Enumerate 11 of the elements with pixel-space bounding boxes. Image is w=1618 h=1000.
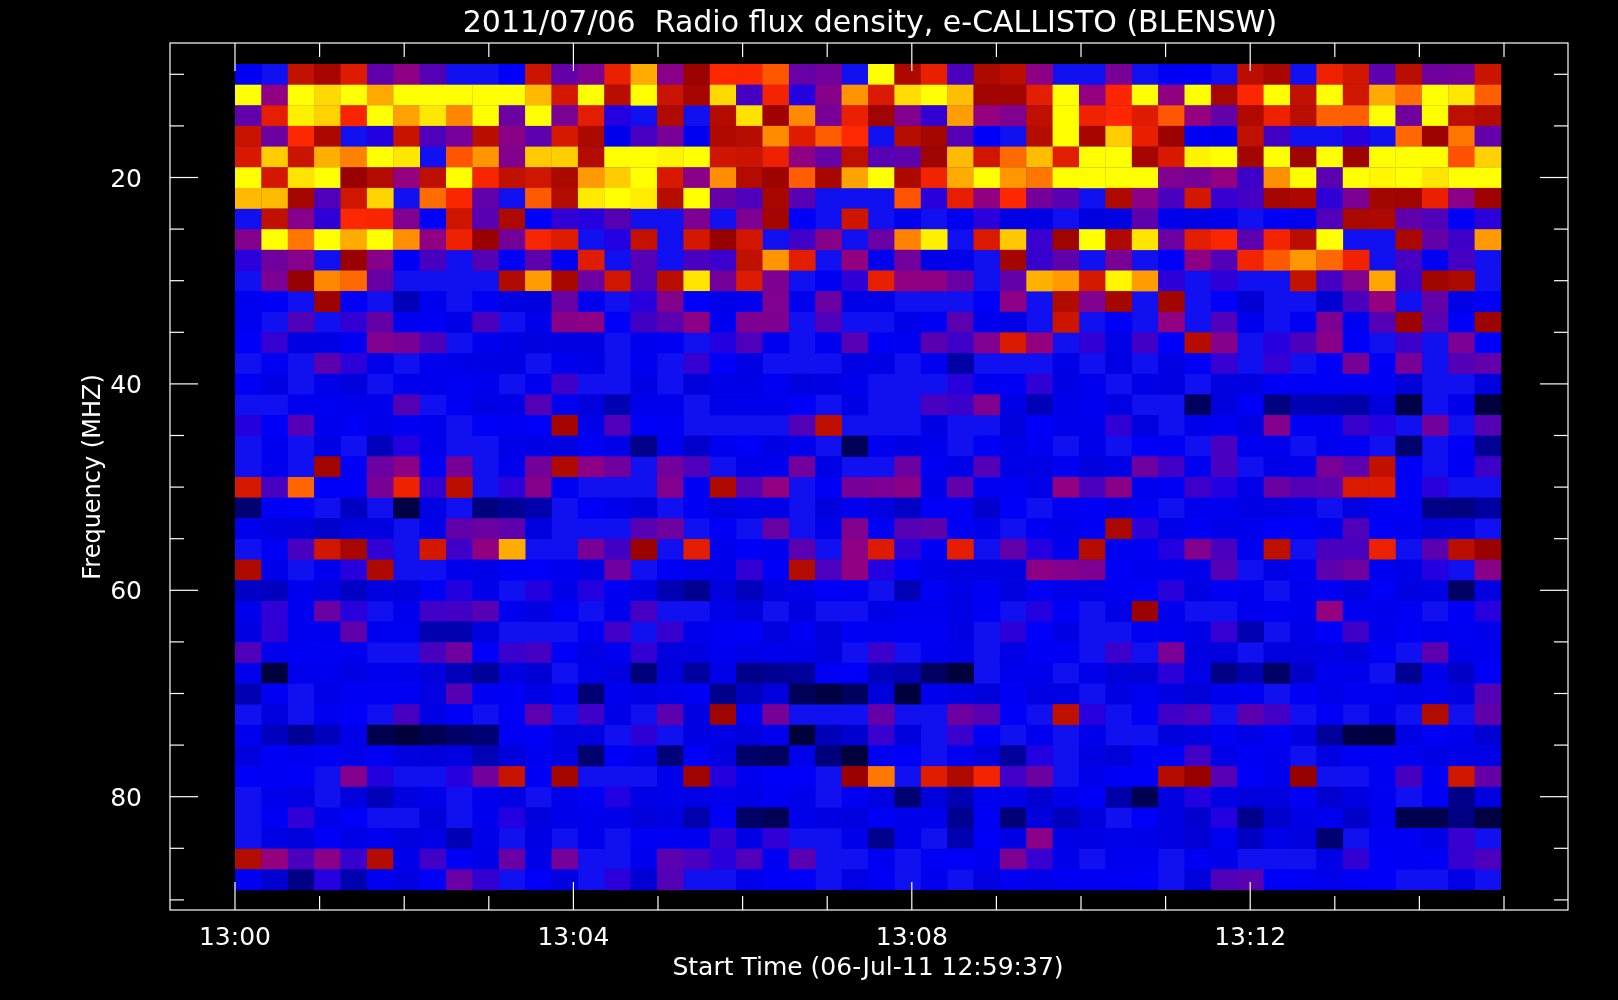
y-tick-label: 40 bbox=[110, 369, 142, 399]
x-axis-title: Start Time (06-Jul-11 12:59:37) bbox=[672, 952, 1064, 981]
x-tick-label: 13:04 bbox=[537, 922, 610, 951]
x-tick-label: 13:00 bbox=[199, 922, 271, 951]
y-tick-label: 60 bbox=[110, 576, 142, 606]
y-axis-title: Frequency (MHZ) bbox=[78, 374, 106, 580]
x-tick-label: 13:08 bbox=[875, 922, 948, 951]
y-tick-label: 80 bbox=[110, 782, 142, 812]
x-tick-label: 13:12 bbox=[1214, 922, 1287, 951]
chart-title: 2011/07/06 Radio flux density, e-CALLISTO (BLENSW) bbox=[462, 4, 1278, 39]
y-tick-label: 20 bbox=[110, 163, 142, 193]
